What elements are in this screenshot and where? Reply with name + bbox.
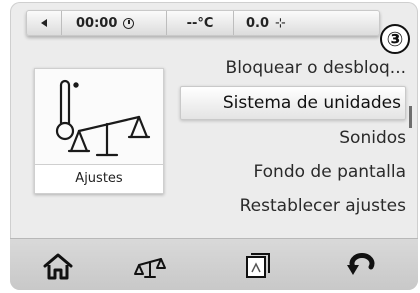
menu-item-reset[interactable]: Restablecer ajustes [240,190,406,222]
temperature-display: --°C [166,11,234,35]
balance-icon [134,258,166,278]
bottom-navigation-bar [10,238,418,290]
time-value: 00:00 [76,15,118,31]
fan-icon: ⊹ [275,15,286,31]
back-button[interactable] [27,11,62,35]
temperature-value: --°C [186,15,214,31]
menu-scrollbar[interactable] [409,106,412,128]
return-button[interactable] [342,249,382,283]
back-arrow-icon [41,19,47,27]
clock-display: 00:00 [62,11,166,35]
wallpaper-button[interactable] [238,249,278,283]
menu-item-wallpaper[interactable]: Fondo de pantalla [253,156,406,188]
device-screen: 00:00 --°C 0.0 ⊹ ③ Ajustes Bloquear o de… [10,2,418,290]
balance-button[interactable] [130,249,170,283]
settings-menu: Bloquear o desbloq... Sistema de unidade… [180,52,406,230]
fan-display: 0.0 ⊹ [234,11,286,35]
clock-icon [123,17,135,29]
settings-tile[interactable]: Ajustes [34,68,164,194]
wallpaper-icon [246,253,270,278]
menu-item-sounds[interactable]: Sonidos [339,122,406,154]
menu-item-units[interactable]: Sistema de unidades [180,86,406,120]
home-button[interactable] [38,249,78,283]
return-icon [347,253,375,275]
status-bar: 00:00 --°C 0.0 ⊹ [26,10,380,36]
fan-value: 0.0 [246,15,270,31]
step-badge: ③ [380,24,410,54]
menu-item-lock[interactable]: Bloquear o desbloq... [226,52,406,84]
home-icon [43,253,73,280]
thermometer-balance-icon [55,79,151,157]
settings-tile-label: Ajustes [35,164,163,193]
